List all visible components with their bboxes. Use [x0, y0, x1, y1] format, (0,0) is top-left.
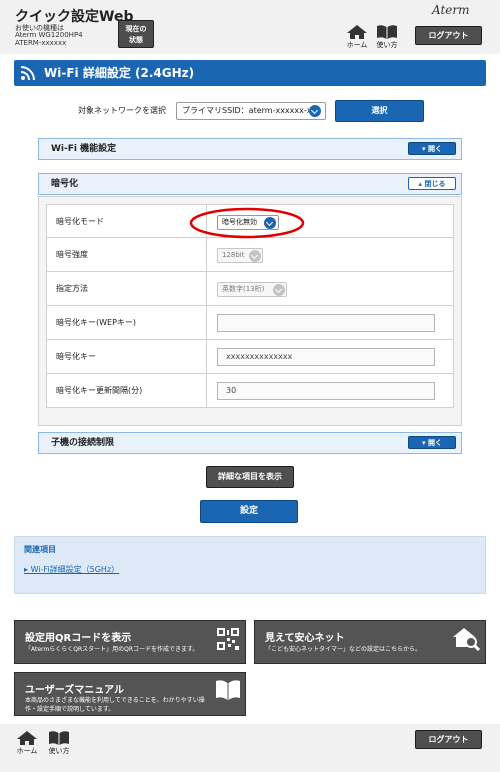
network-select-value: プライマリSSID：aterm-xxxxxx-x [182, 106, 312, 115]
target-network-label: 対象ネットワークを選択 [78, 106, 166, 115]
wep-key-input[interactable] [217, 314, 435, 332]
qr-code-icon [217, 628, 239, 650]
client-limit-section[interactable]: 子機の接続制限 [38, 432, 462, 454]
encryption-key-input[interactable]: xxxxxxxxxxxxxx [217, 348, 435, 366]
table-row: 暗号強度 128bit [46, 238, 454, 272]
logout-button[interactable]: ログアウト [415, 26, 482, 45]
encryption-strength-label: 暗号強度 [56, 250, 88, 259]
qr-code-card[interactable]: 設定用QRコードを表示 「AtermらくらくQRスタート」用のQRコードを作成で… [14, 620, 246, 664]
safe-net-card-desc: 「こども安心ネットタイマー」などの設定はこちらから。 [265, 646, 422, 653]
select-network-button[interactable]: 選択 [335, 100, 424, 122]
wifi-function-toggle[interactable]: ▾ 開く [408, 142, 456, 155]
aterm-logo: Aterm [432, 3, 470, 17]
manual-card-title: ユーザーズマニュアル [25, 685, 124, 696]
book-icon [377, 25, 397, 39]
book-icon [49, 731, 69, 745]
related-title: 関連項目 [24, 545, 56, 554]
footer-logout-button[interactable]: ログアウト [415, 730, 482, 749]
current-status-button[interactable]: 現在の 状態 [118, 20, 154, 48]
users-manual-card[interactable]: ユーザーズマニュアル 本商品のさまざまな機能を利用してできることを、わかりやすい… [14, 672, 246, 716]
manual-nav[interactable]: 使い方 [376, 24, 402, 50]
manual-card-desc: 本商品のさまざまな機能を利用してできることを、わかりやすい操 作・設定手順で説明… [25, 697, 205, 713]
table-row: 暗号化キー xxxxxxxxxxxxxx [46, 340, 454, 374]
home-label: ホーム [346, 41, 368, 49]
footer-manual-nav[interactable]: 使い方 [48, 730, 74, 756]
footer-home-label: ホーム [16, 747, 38, 755]
input-method-select[interactable]: 英数字(13桁) [217, 282, 287, 297]
qr-card-desc: 「AtermらくらくQRスタート」用のQRコードを作成できます。 [25, 646, 199, 653]
apply-button[interactable]: 設定 [200, 500, 298, 523]
show-details-button[interactable]: 詳細な項目を表示 [206, 466, 294, 488]
highlight-ellipse [189, 207, 305, 239]
qr-card-title: 設定用QRコードを表示 [25, 633, 132, 644]
home-nav[interactable]: ホーム [346, 24, 372, 50]
wep-key-label: 暗号化キー(WEPキー) [56, 318, 137, 327]
home-search-icon [453, 628, 481, 651]
encryption-strength-select[interactable]: 128bit [217, 248, 263, 263]
page-title: Wi-Fi 詳細設定 (2.4GHz) [14, 60, 486, 86]
device-model: Aterm WG1200HP4 [15, 31, 83, 39]
device-name: ATERM-xxxxxx [15, 39, 67, 47]
encryption-toggle[interactable]: ▴ 閉じる [408, 177, 456, 190]
wifi-icon [20, 66, 35, 81]
encryption-key-label: 暗号化キー [56, 352, 96, 361]
table-row: 暗号化キー(WEPキー) [46, 306, 454, 340]
input-method-label: 指定方法 [56, 284, 88, 293]
open-book-icon [216, 680, 240, 700]
wifi-function-section[interactable]: Wi-Fi 機能設定 [38, 138, 462, 160]
key-interval-label: 暗号化キー更新間隔(分) [56, 386, 143, 395]
encryption-section[interactable]: 暗号化 [38, 173, 462, 195]
safe-net-card[interactable]: 見えて安心ネット 「こども安心ネットタイマー」などの設定はこちらから。 [254, 620, 486, 664]
client-limit-title: 子機の接続制限 [51, 438, 115, 448]
home-icon [347, 25, 367, 39]
safe-net-card-title: 見えて安心ネット [265, 633, 345, 644]
footer-home-nav[interactable]: ホーム [16, 730, 42, 756]
key-interval-input[interactable]: 30 [217, 382, 435, 400]
chevron-down-icon [249, 250, 261, 262]
manual-label: 使い方 [376, 41, 398, 49]
encryption-title: 暗号化 [51, 179, 79, 189]
encryption-mode-label: 暗号化モード [56, 217, 104, 226]
home-icon [17, 731, 37, 745]
table-row: 暗号化キー更新間隔(分) 30 [46, 374, 454, 408]
footer-manual-label: 使い方 [48, 747, 70, 755]
related-link-5ghz[interactable]: ▸ Wi-Fi詳細設定（5GHz） [24, 564, 119, 575]
chevron-down-icon [309, 105, 321, 117]
network-select[interactable]: プライマリSSID：aterm-xxxxxx-x [176, 102, 326, 120]
table-row: 指定方法 英数字(13桁) [46, 272, 454, 306]
client-limit-toggle[interactable]: ▾ 開く [408, 436, 456, 449]
wifi-function-title: Wi-Fi 機能設定 [51, 144, 117, 154]
chevron-down-icon [273, 284, 285, 296]
